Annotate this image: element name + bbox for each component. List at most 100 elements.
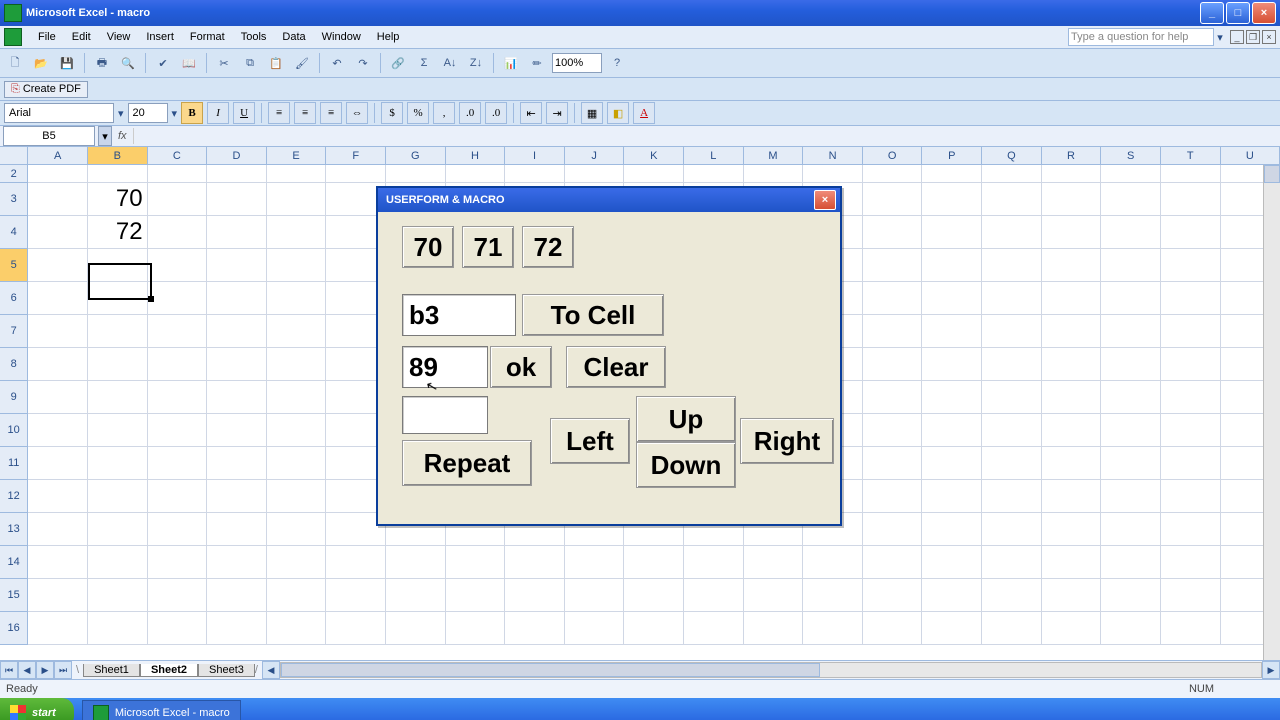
scroll-left-icon[interactable]: ◀ [262,661,280,679]
col-header-Q[interactable]: Q [982,147,1042,165]
row-header-10[interactable]: 10 [0,414,28,447]
redo-icon[interactable]: ↷ [352,52,374,74]
autosum-icon[interactable]: Σ [413,52,435,74]
cell-R10[interactable] [1042,414,1102,447]
cell-D16[interactable] [207,612,267,645]
fx-label[interactable]: fx [118,130,127,142]
currency-button[interactable]: $ [381,102,403,124]
col-header-E[interactable]: E [267,147,327,165]
col-header-N[interactable]: N [803,147,863,165]
cell-O6[interactable] [863,282,923,315]
row-header-13[interactable]: 13 [0,513,28,546]
cell-S5[interactable] [1101,249,1161,282]
cell-T8[interactable] [1161,348,1221,381]
print-preview-icon[interactable]: 🔍 [117,52,139,74]
cell-Q12[interactable] [982,480,1042,513]
col-header-A[interactable]: A [28,147,88,165]
cell-G14[interactable] [386,546,446,579]
cell-A2[interactable] [28,165,88,183]
cell-N2[interactable] [803,165,863,183]
cell-T15[interactable] [1161,579,1221,612]
cell-O4[interactable] [863,216,923,249]
cell-T2[interactable] [1161,165,1221,183]
cell-J15[interactable] [565,579,625,612]
help-icon[interactable]: ? [606,52,628,74]
menu-insert[interactable]: Insert [138,29,182,45]
cell-B15[interactable] [88,579,148,612]
cell-C6[interactable] [148,282,208,315]
cell-D4[interactable] [207,216,267,249]
cell-R13[interactable] [1042,513,1102,546]
doc-close-button[interactable]: × [1262,30,1276,44]
ok-button[interactable]: ok [490,346,552,388]
col-header-K[interactable]: K [624,147,684,165]
cell-S11[interactable] [1101,447,1161,480]
cell-C13[interactable] [148,513,208,546]
menu-data[interactable]: Data [274,29,313,45]
sheet-nav-last[interactable]: ⏭ [54,661,72,679]
cell-P9[interactable] [922,381,982,414]
formula-input[interactable] [133,128,1280,144]
cell-P6[interactable] [922,282,982,315]
menu-window[interactable]: Window [314,29,369,45]
format-painter-icon[interactable]: 🖌 [291,52,313,74]
cell-B9[interactable] [88,381,148,414]
cell-P14[interactable] [922,546,982,579]
cell-T12[interactable] [1161,480,1221,513]
cell-R3[interactable] [1042,183,1102,216]
close-button[interactable]: × [1252,2,1276,24]
cell-O5[interactable] [863,249,923,282]
cell-S15[interactable] [1101,579,1161,612]
cell-A4[interactable] [28,216,88,249]
scroll-up-icon[interactable] [1264,165,1280,183]
undo-icon[interactable]: ↶ [326,52,348,74]
cell-C10[interactable] [148,414,208,447]
cell-O9[interactable] [863,381,923,414]
cell-D10[interactable] [207,414,267,447]
cell-S3[interactable] [1101,183,1161,216]
chart-icon[interactable]: 📊 [500,52,522,74]
cell-Q5[interactable] [982,249,1042,282]
col-header-F[interactable]: F [326,147,386,165]
cell-S14[interactable] [1101,546,1161,579]
namebox-dropdown[interactable]: ▾ [98,126,112,146]
cell-P4[interactable] [922,216,982,249]
taskbar-app-button[interactable]: Microsoft Excel - macro [82,700,241,720]
cell-P8[interactable] [922,348,982,381]
cell-T14[interactable] [1161,546,1221,579]
cell-A9[interactable] [28,381,88,414]
cell-S8[interactable] [1101,348,1161,381]
cell-R7[interactable] [1042,315,1102,348]
cell-P5[interactable] [922,249,982,282]
cell-S16[interactable] [1101,612,1161,645]
col-header-H[interactable]: H [446,147,506,165]
decrease-decimal-button[interactable]: .0 [485,102,507,124]
cell-C11[interactable] [148,447,208,480]
cell-D12[interactable] [207,480,267,513]
row-header-2[interactable]: 2 [0,165,28,183]
new-icon[interactable]: 🗋 [4,52,26,74]
cell-Q3[interactable] [982,183,1042,216]
fill-color-button[interactable]: ◧ [607,102,629,124]
cell-B2[interactable] [88,165,148,183]
cell-F2[interactable] [326,165,386,183]
cell-B10[interactable] [88,414,148,447]
cell-A14[interactable] [28,546,88,579]
cell-J14[interactable] [565,546,625,579]
cell-G16[interactable] [386,612,446,645]
row-header-15[interactable]: 15 [0,579,28,612]
cell-T5[interactable] [1161,249,1221,282]
col-header-M[interactable]: M [744,147,804,165]
cell-C14[interactable] [148,546,208,579]
cell-S6[interactable] [1101,282,1161,315]
cell-A3[interactable] [28,183,88,216]
cell-O12[interactable] [863,480,923,513]
cell-O15[interactable] [863,579,923,612]
cell-E2[interactable] [267,165,327,183]
menu-help[interactable]: Help [369,29,408,45]
up-button[interactable]: Up [636,396,736,442]
cell-G15[interactable] [386,579,446,612]
repeat-button[interactable]: Repeat [402,440,532,486]
cell-A8[interactable] [28,348,88,381]
align-center-button[interactable]: ≡ [294,102,316,124]
